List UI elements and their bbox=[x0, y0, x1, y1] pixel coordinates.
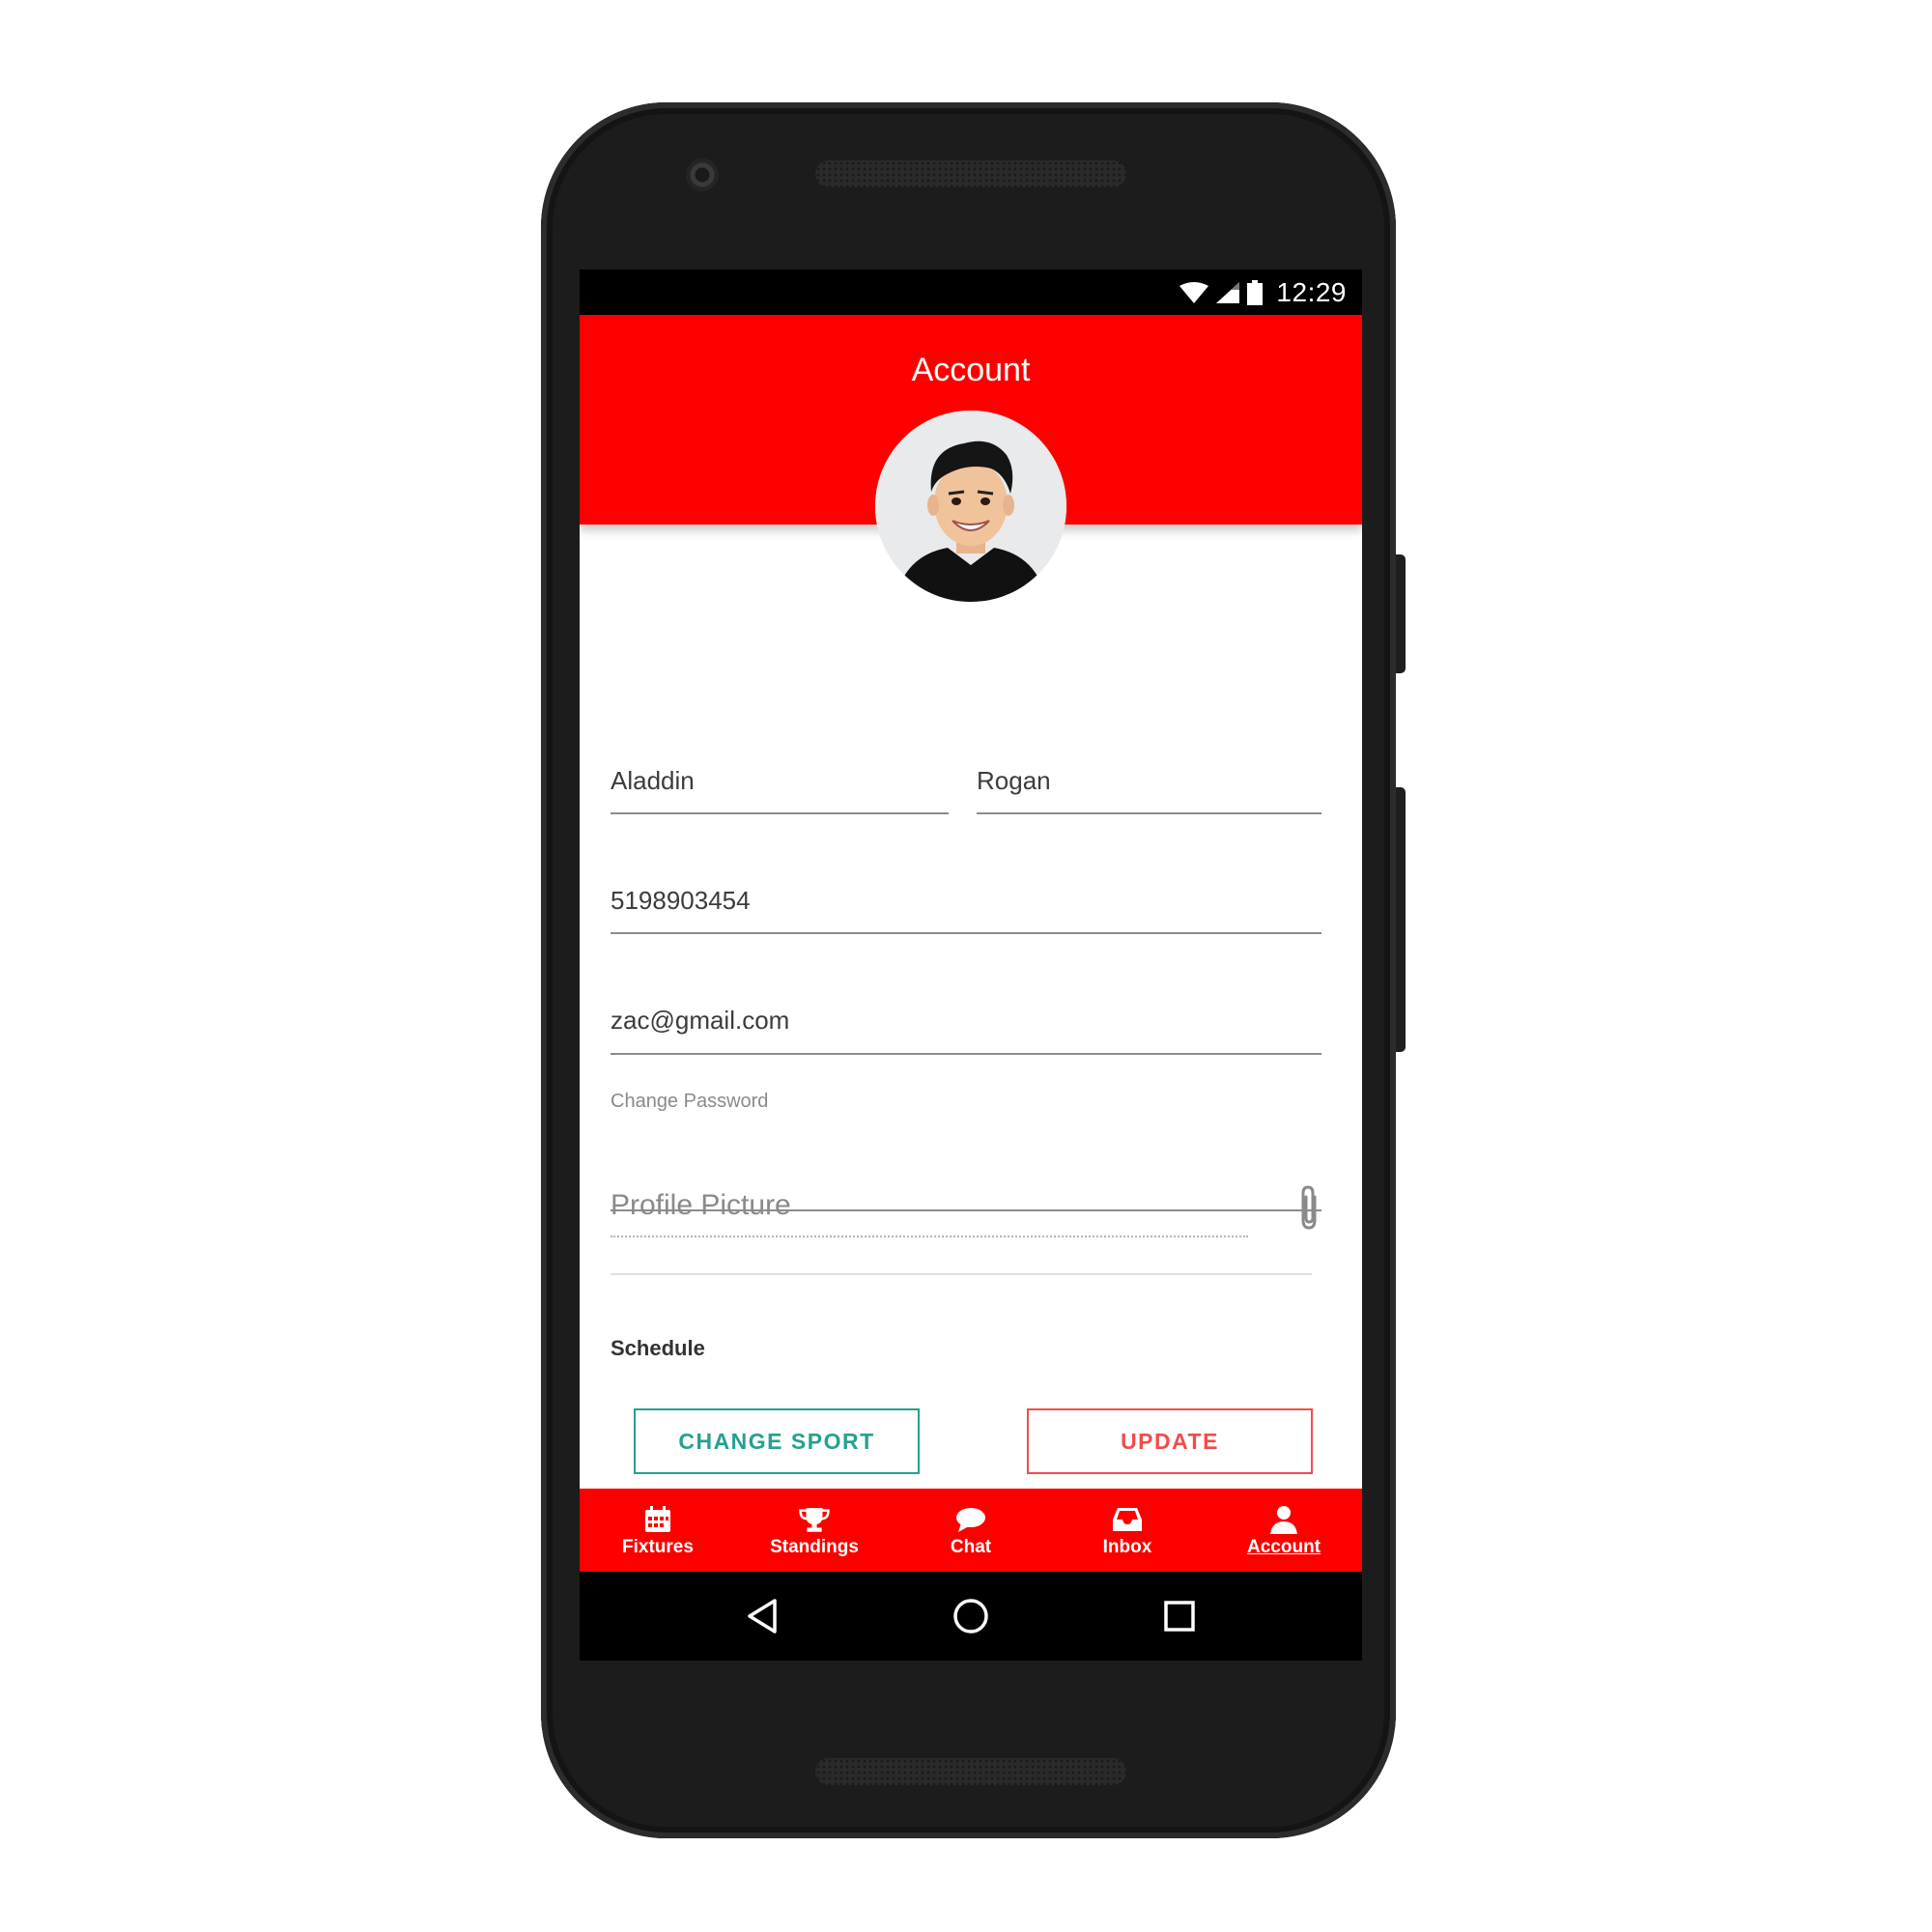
app-screen: 12:29 Account Aladdin Rogan 5198903454 z… bbox=[580, 270, 1362, 1661]
phone-underline bbox=[611, 932, 1321, 934]
nav-item-inbox[interactable]: Inbox bbox=[1049, 1489, 1206, 1572]
nav-item-standings[interactable]: Standings bbox=[736, 1489, 893, 1572]
nav-label-chat: Chat bbox=[950, 1536, 992, 1557]
back-icon bbox=[748, 1599, 777, 1634]
inbox-icon bbox=[1113, 1507, 1142, 1531]
front-camera bbox=[686, 158, 719, 191]
schedule-label: Schedule bbox=[611, 1336, 705, 1360]
first-name-input[interactable]: Aladdin bbox=[611, 766, 695, 796]
battery-icon bbox=[1247, 279, 1264, 305]
profile-picture-label: Profile Picture bbox=[611, 1189, 791, 1221]
signal-icon bbox=[1216, 281, 1240, 303]
paperclip-icon[interactable] bbox=[1290, 1183, 1328, 1232]
nav-label-account: Account bbox=[1247, 1536, 1321, 1557]
profile-photo bbox=[875, 411, 1066, 602]
email-input[interactable]: zac@gmail.com bbox=[611, 1006, 789, 1036]
wifi-icon bbox=[1179, 281, 1209, 303]
status-bar: 12:29 bbox=[580, 270, 1362, 315]
divider bbox=[611, 1273, 1312, 1275]
system-navigation-bar bbox=[580, 1572, 1362, 1661]
calendar-icon bbox=[645, 1505, 670, 1532]
nav-label-standings: Standings bbox=[770, 1536, 859, 1557]
person-icon bbox=[1270, 1505, 1297, 1534]
back-button[interactable] bbox=[740, 1594, 784, 1638]
nav-label-inbox: Inbox bbox=[1102, 1536, 1152, 1557]
change-sport-button[interactable]: CHANGE SPORT bbox=[634, 1408, 920, 1474]
profile-picture-input[interactable] bbox=[611, 1236, 1248, 1237]
page-title: Account bbox=[911, 352, 1031, 388]
bottom-speaker bbox=[815, 1758, 1126, 1785]
first-name-underline bbox=[611, 812, 949, 814]
trophy-icon bbox=[799, 1507, 830, 1532]
nav-item-account[interactable]: Account bbox=[1206, 1489, 1362, 1572]
update-button[interactable]: UPDATE bbox=[1027, 1408, 1313, 1474]
last-name-input[interactable]: Rogan bbox=[977, 766, 1051, 796]
nav-label-fixtures: Fixtures bbox=[622, 1536, 694, 1557]
change-password-label: Change Password bbox=[611, 1091, 769, 1112]
phone-input[interactable]: 5198903454 bbox=[611, 886, 751, 916]
recents-icon bbox=[1164, 1601, 1195, 1632]
avatar[interactable] bbox=[875, 411, 1066, 602]
chat-bubble-icon bbox=[956, 1507, 985, 1532]
status-time: 12:29 bbox=[1276, 276, 1347, 307]
home-icon bbox=[953, 1599, 988, 1634]
email-underline bbox=[611, 1053, 1321, 1055]
recents-button[interactable] bbox=[1157, 1594, 1202, 1638]
earpiece-speaker bbox=[815, 160, 1126, 187]
home-button[interactable] bbox=[949, 1594, 993, 1638]
nav-item-chat[interactable]: Chat bbox=[893, 1489, 1049, 1572]
last-name-underline bbox=[977, 812, 1321, 814]
bottom-nav: Fixtures Standings Chat Inbox Account bbox=[580, 1489, 1362, 1572]
nav-item-fixtures[interactable]: Fixtures bbox=[580, 1489, 736, 1572]
